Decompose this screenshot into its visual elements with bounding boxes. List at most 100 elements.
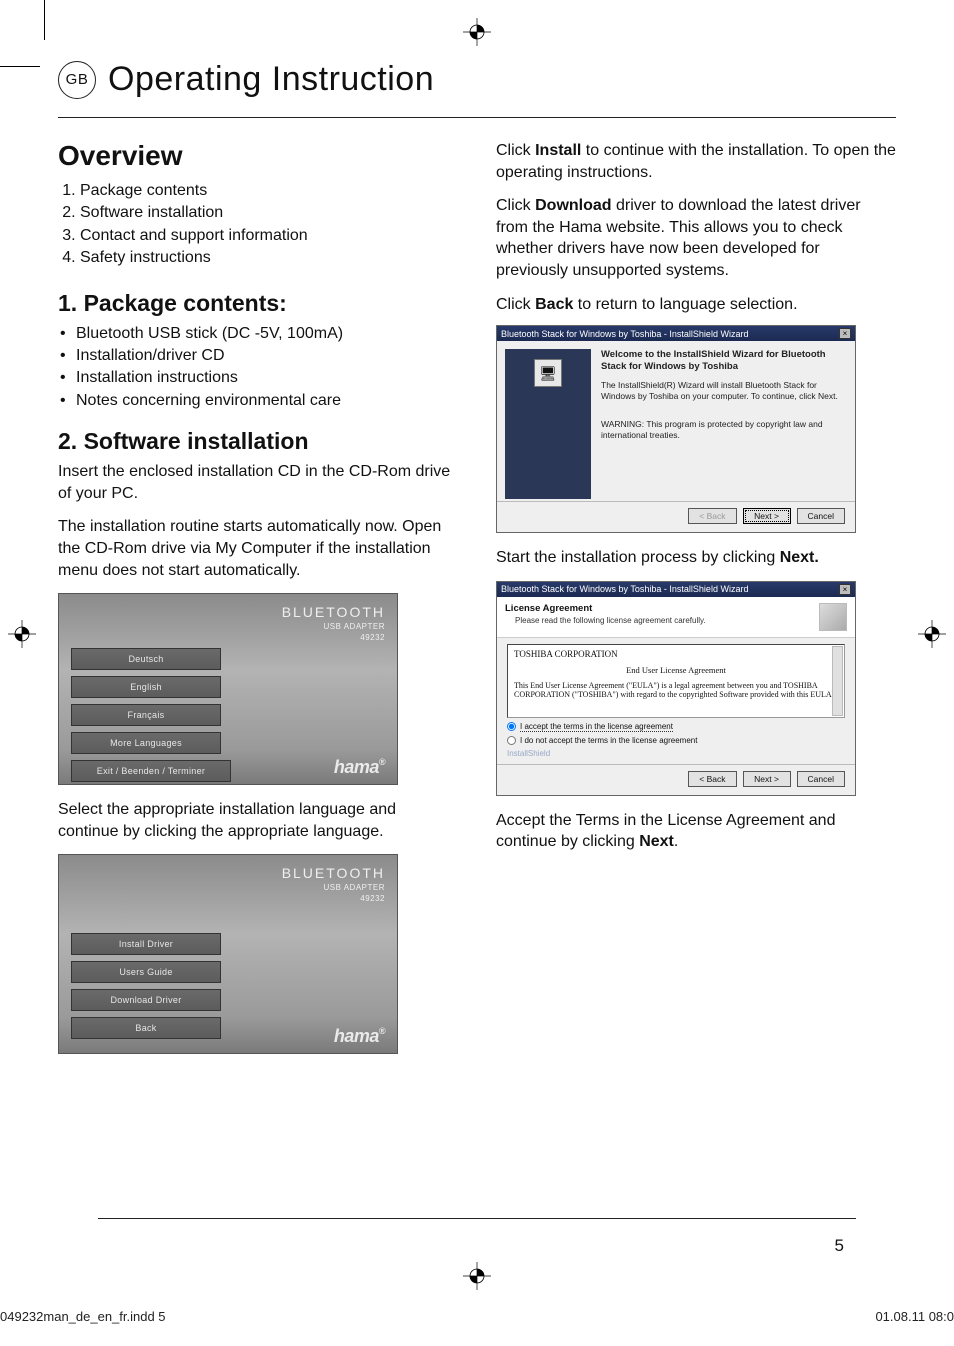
close-icon[interactable]: × <box>839 584 851 595</box>
autorun-menu-screenshot: BLUETOOTH USB ADAPTER 49232 Install Driv… <box>58 854 398 1054</box>
wizard-side-graphic: 🖥 <box>505 349 591 499</box>
wizard-welcome-title: Welcome to the InstallShield Wizard for … <box>601 349 845 372</box>
list-item: Package contents <box>80 180 458 202</box>
list-item: Contact and support information <box>80 225 458 247</box>
right-column: Click Install to continue with the insta… <box>496 140 896 1068</box>
wizard-body-text: The InstallShield(R) Wizard will install… <box>601 380 845 401</box>
body-text: The installation routine starts automati… <box>58 516 458 581</box>
bold-text: Next. <box>780 549 819 566</box>
wizard-back-button: < Back <box>688 508 736 524</box>
body-text: Click Download driver to download the la… <box>496 195 896 281</box>
install-driver-button[interactable]: Install Driver <box>71 933 221 955</box>
bold-text: Next <box>639 833 674 850</box>
model-number-label: 49232 <box>71 894 385 903</box>
body-text: Click Back to return to language selecti… <box>496 294 896 316</box>
eula-title: End User License Agreement <box>514 665 838 675</box>
window-title: Bluetooth Stack for Windows by Toshiba -… <box>501 584 748 594</box>
language-deutsch-button[interactable]: Deutsch <box>71 648 221 670</box>
autorun-header: BLUETOOTH USB ADAPTER 49232 <box>71 604 385 642</box>
more-languages-button[interactable]: More Languages <box>71 732 221 754</box>
toshiba-corp-text: TOSHIBA CORPORATION <box>514 649 838 659</box>
overview-list: Package contents Software installation C… <box>58 180 458 270</box>
text: . <box>674 833 678 850</box>
license-agreement-title: License Agreement <box>505 603 706 614</box>
registration-mark-icon <box>463 18 491 46</box>
bluetooth-label: BLUETOOTH <box>71 604 385 620</box>
text: Click <box>496 197 535 214</box>
region-badge: GB <box>58 61 96 99</box>
registration-mark-icon <box>463 1262 491 1290</box>
indesign-footer-left: 049232man_de_en_fr.indd 5 <box>0 1309 166 1324</box>
wizard-cancel-button[interactable]: Cancel <box>797 508 845 524</box>
reject-radio-label: I do not accept the terms in the license… <box>520 736 697 745</box>
reject-radio-input[interactable] <box>507 736 516 745</box>
list-item: Software installation <box>80 202 458 224</box>
close-icon[interactable]: × <box>839 328 851 339</box>
accept-radio-input[interactable] <box>507 722 516 731</box>
package-heading: 1. Package contents: <box>58 290 458 317</box>
installshield-welcome-screenshot: Bluetooth Stack for Windows by Toshiba -… <box>496 325 856 533</box>
wizard-warning-text: WARNING: This program is protected by co… <box>601 419 845 440</box>
eula-textbox[interactable]: TOSHIBA CORPORATION End User License Agr… <box>507 644 845 718</box>
overview-heading: Overview <box>58 140 458 172</box>
software-heading: 2. Software installation <box>58 428 458 455</box>
bold-text: Back <box>535 296 573 313</box>
download-driver-button[interactable]: Download Driver <box>71 989 221 1011</box>
scrollbar[interactable] <box>832 646 843 716</box>
computer-icon: 🖥 <box>534 359 562 387</box>
window-title: Bluetooth Stack for Windows by Toshiba -… <box>501 329 748 339</box>
usb-adapter-label: USB ADAPTER <box>71 622 385 631</box>
usb-adapter-label: USB ADAPTER <box>71 883 385 892</box>
language-english-button[interactable]: English <box>71 676 221 698</box>
back-button[interactable]: Back <box>71 1017 221 1039</box>
accept-radio-label: I accept the terms in the license agreem… <box>520 722 673 732</box>
list-item: Bluetooth USB stick (DC -5V, 100mA) <box>58 323 458 345</box>
wizard-header-icon <box>819 603 847 631</box>
package-list: Bluetooth USB stick (DC -5V, 100mA) Inst… <box>58 323 458 413</box>
caption-text: Select the appropriate installation lang… <box>58 799 458 842</box>
hama-logo: hama® <box>334 1026 385 1047</box>
crop-mark <box>44 0 45 40</box>
footer-rule <box>98 1218 856 1219</box>
exit-button[interactable]: Exit / Beenden / Terminer <box>71 760 231 782</box>
list-item: Safety instructions <box>80 247 458 269</box>
eula-body-text: This End User License Agreement ("EULA")… <box>514 681 838 700</box>
bold-text: Download <box>535 197 611 214</box>
hama-logo-text: hama <box>334 757 379 777</box>
installshield-license-screenshot: Bluetooth Stack for Windows by Toshiba -… <box>496 581 856 796</box>
body-text: Click Install to continue with the insta… <box>496 140 896 183</box>
body-text: Insert the enclosed installation CD in t… <box>58 461 458 504</box>
bluetooth-label: BLUETOOTH <box>71 865 385 881</box>
wizard-next-button[interactable]: Next > <box>743 508 791 524</box>
text: Click <box>496 142 535 159</box>
accept-radio[interactable]: I accept the terms in the license agreem… <box>507 722 845 732</box>
caption-text: Start the installation process by clicki… <box>496 547 896 569</box>
hama-logo-text: hama <box>334 1026 379 1046</box>
wizard-cancel-button[interactable]: Cancel <box>797 771 845 787</box>
page-number: 5 <box>835 1236 844 1256</box>
indesign-footer-right: 01.08.11 08:0 <box>875 1309 954 1324</box>
text: to return to language selection. <box>573 296 797 313</box>
users-guide-button[interactable]: Users Guide <box>71 961 221 983</box>
crop-mark <box>0 66 40 67</box>
caption-text: Accept the Terms in the License Agreemen… <box>496 810 896 853</box>
hama-logo: hama® <box>334 757 385 778</box>
autorun-header: BLUETOOTH USB ADAPTER 49232 <box>71 865 385 903</box>
bold-text: Install <box>535 142 581 159</box>
license-agreement-subtitle: Please read the following license agreem… <box>515 616 706 625</box>
page-title: Operating Instruction <box>108 60 434 99</box>
wizard-next-button[interactable]: Next > <box>743 771 791 787</box>
autorun-language-screenshot: BLUETOOTH USB ADAPTER 49232 Deutsch Engl… <box>58 593 398 785</box>
text: Start the installation process by clicki… <box>496 549 780 566</box>
wizard-back-button[interactable]: < Back <box>688 771 736 787</box>
installshield-brand: InstallShield <box>507 749 845 758</box>
window-titlebar: Bluetooth Stack for Windows by Toshiba -… <box>497 582 855 597</box>
text: Click <box>496 296 535 313</box>
window-titlebar: Bluetooth Stack for Windows by Toshiba -… <box>497 326 855 341</box>
list-item: Installation/driver CD <box>58 345 458 367</box>
language-francais-button[interactable]: Français <box>71 704 221 726</box>
reject-radio[interactable]: I do not accept the terms in the license… <box>507 736 845 745</box>
page-header: GB Operating Instruction <box>58 60 896 118</box>
registration-mark-icon <box>8 620 36 648</box>
registration-mark-icon <box>918 620 946 648</box>
